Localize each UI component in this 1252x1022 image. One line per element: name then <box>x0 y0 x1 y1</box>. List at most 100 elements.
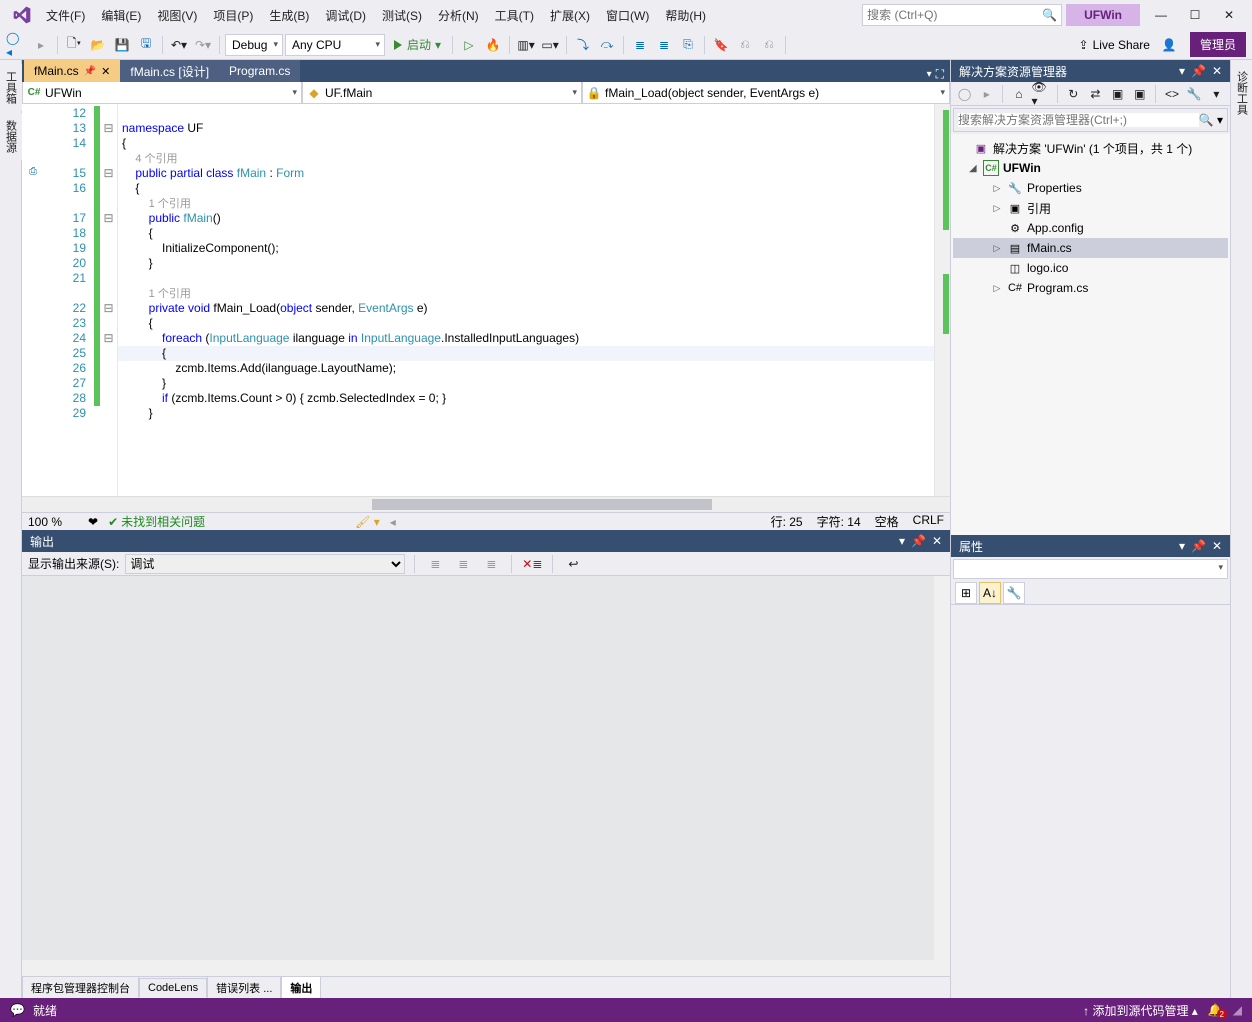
editor-hscroll[interactable] <box>22 496 950 512</box>
tree-item-3[interactable]: ▷▤fMain.cs <box>953 238 1228 258</box>
notifications-button[interactable]: 🔔2 <box>1208 1003 1223 1017</box>
resize-grip-icon[interactable]: ◢ <box>1233 1003 1242 1017</box>
step-into-icon[interactable]: ⤵ <box>572 34 594 56</box>
properties-body[interactable] <box>951 605 1230 998</box>
sol-dropdown-icon[interactable]: ▾ <box>1179 64 1185 78</box>
solution-root[interactable]: ▣ 解决方案 'UFWin' (1 个项目，共 1 个) <box>953 138 1228 158</box>
panel-pin-icon[interactable]: 📌 <box>911 534 926 548</box>
nav-back-button[interactable]: ◯ ◂ <box>6 34 28 56</box>
panel-close-icon[interactable]: ✕ <box>932 534 942 548</box>
output-clear-icon[interactable]: ✕≣ <box>521 553 543 575</box>
tb-icon-2[interactable]: ▭▾ <box>539 34 561 56</box>
rail-datasources[interactable]: 数据源 <box>0 113 22 160</box>
close-tab-icon[interactable]: ✕ <box>101 65 110 78</box>
sol-home-icon[interactable]: ⌂ <box>1009 84 1028 104</box>
output-goto-icon[interactable]: ≣ <box>424 553 446 575</box>
prop-close-icon[interactable]: ✕ <box>1212 539 1222 553</box>
open-button[interactable]: 📂 <box>87 34 109 56</box>
menu-9[interactable]: 扩展(X) <box>542 3 598 28</box>
output-header[interactable]: 输出 ▾ 📌 ✕ <box>22 530 950 552</box>
bottom-tab-1[interactable]: CodeLens <box>139 978 207 997</box>
output-vscroll[interactable] <box>934 576 950 960</box>
sol-fwd-icon[interactable]: ▸ <box>977 84 996 104</box>
fold-column[interactable]: ⊟⊟⊟⊟⊟ <box>100 104 118 496</box>
quick-search[interactable]: 🔍 <box>862 4 1062 26</box>
sol-more-icon[interactable]: ▾ <box>1207 84 1226 104</box>
maximize-button[interactable]: ☐ <box>1178 4 1212 26</box>
breakpoint-hint-icon[interactable]: ⎙ <box>22 166 44 181</box>
scm-button[interactable]: ↑ 添加到源代码管理 ▴ <box>1083 1002 1198 1019</box>
solution-header[interactable]: 解决方案资源管理器 ▾📌✕ <box>951 60 1230 82</box>
tab-dropdown-icon[interactable]: ▾ <box>927 69 932 80</box>
solution-search[interactable]: 🔍 ▾ <box>953 108 1228 132</box>
sol-pin-icon[interactable]: 📌 <box>1191 64 1206 78</box>
step-over-icon[interactable]: ⤼ <box>596 34 618 56</box>
bottom-tab-0[interactable]: 程序包管理器控制台 <box>22 976 139 999</box>
sol-close-icon[interactable]: ✕ <box>1212 64 1222 78</box>
sol-back-icon[interactable]: ◯ <box>955 84 974 104</box>
issues-status[interactable]: ✔未找到相关问题 <box>108 513 205 530</box>
lightbulb-icon[interactable]: 🖌 ▾ <box>355 515 380 529</box>
comment-icon[interactable]: ⎘ <box>677 34 699 56</box>
start-nodbg-button[interactable]: ▷ <box>458 34 480 56</box>
solution-tree[interactable]: ▣ 解决方案 'UFWin' (1 个项目，共 1 个) ◢C# UFWin ▷… <box>951 134 1230 535</box>
properties-header[interactable]: 属性 ▾📌✕ <box>951 535 1230 557</box>
indent-right-icon[interactable]: ≣ <box>653 34 675 56</box>
platform-combo[interactable]: Any CPU <box>285 34 385 56</box>
hscroll-left-icon[interactable]: ◂ <box>390 515 396 529</box>
live-share-button[interactable]: ⇪ Live Share <box>1073 38 1156 52</box>
line-ending[interactable]: CRLF <box>913 513 944 530</box>
tb-misc-1[interactable]: ⎌ <box>734 34 756 56</box>
tree-item-1[interactable]: ▷▣引用 <box>953 198 1228 218</box>
minimize-button[interactable]: — <box>1144 4 1178 26</box>
solution-search-input[interactable] <box>958 113 1199 127</box>
sol-props-icon[interactable]: ▣ <box>1130 84 1149 104</box>
save-all-button[interactable]: 🖫 <box>135 34 157 56</box>
menu-3[interactable]: 项目(P) <box>205 3 261 28</box>
menu-8[interactable]: 工具(T) <box>487 3 542 28</box>
sol-sync-icon[interactable]: 👁 ▾ <box>1032 84 1051 104</box>
rail-diagnostics[interactable]: 诊断工具 <box>1231 64 1252 122</box>
sol-preview-icon[interactable]: 🔧 <box>1185 84 1204 104</box>
tree-item-0[interactable]: ▷🔧Properties <box>953 178 1228 198</box>
panel-dropdown-icon[interactable]: ▾ <box>899 534 905 548</box>
output-next-icon[interactable]: ≣ <box>480 553 502 575</box>
search-input[interactable] <box>867 8 1042 22</box>
sol-showall-icon[interactable]: ▣ <box>1108 84 1127 104</box>
tb-icon-1[interactable]: ▥▾ <box>515 34 537 56</box>
indent-mode[interactable]: 空格 <box>875 513 899 530</box>
indent-left-icon[interactable]: ≣ <box>629 34 651 56</box>
bottom-tab-2[interactable]: 错误列表 ... <box>207 976 281 999</box>
tb-misc-2[interactable]: ⎌ <box>758 34 780 56</box>
tree-item-2[interactable]: ⚙App.config <box>953 218 1228 238</box>
output-body[interactable] <box>22 576 950 976</box>
new-project-button[interactable]: 🗋▾ <box>63 34 85 56</box>
doc-tab-0[interactable]: fMain.cs📌✕ <box>24 60 120 82</box>
bottom-tab-3[interactable]: 输出 <box>281 976 321 999</box>
comment-icon[interactable]: 💬 <box>10 1003 25 1017</box>
redo-button[interactable]: ↷▾ <box>192 34 214 56</box>
output-source-combo[interactable]: 调试 <box>125 554 405 574</box>
close-button[interactable]: ✕ <box>1212 4 1246 26</box>
feedback-icon[interactable]: 👤 <box>1158 34 1180 56</box>
nav-member-combo[interactable]: 🔒 fMain_Load(object sender, EventArgs e) <box>582 82 950 103</box>
prop-alpha-icon[interactable]: A↓ <box>979 582 1001 604</box>
nav-project-combo[interactable]: C# UFWin <box>22 82 302 103</box>
output-wrap-icon[interactable]: ↩ <box>562 553 584 575</box>
bookmark-icon[interactable]: 🔖 <box>710 34 732 56</box>
menu-5[interactable]: 调试(D) <box>317 3 374 28</box>
menu-1[interactable]: 编辑(E) <box>93 3 149 28</box>
hot-reload-button[interactable]: 🔥 <box>482 34 504 56</box>
nav-fwd-button[interactable]: ▸ <box>30 34 52 56</box>
start-debug-button[interactable]: 启动 ▾ <box>387 34 447 56</box>
zoom-level[interactable]: 100 % <box>28 515 78 529</box>
doc-tab-2[interactable]: Program.cs <box>219 60 300 82</box>
prop-dropdown-icon[interactable]: ▾ <box>1179 539 1185 553</box>
menu-6[interactable]: 测试(S) <box>374 3 430 28</box>
health-icon[interactable]: ❤ <box>88 515 98 529</box>
pin-icon[interactable]: 📌 <box>84 66 96 77</box>
sol-collapse-icon[interactable]: ⇄ <box>1086 84 1105 104</box>
menu-10[interactable]: 窗口(W) <box>598 3 657 28</box>
tree-item-5[interactable]: ▷C#Program.cs <box>953 278 1228 298</box>
overview-ruler[interactable] <box>934 104 950 496</box>
